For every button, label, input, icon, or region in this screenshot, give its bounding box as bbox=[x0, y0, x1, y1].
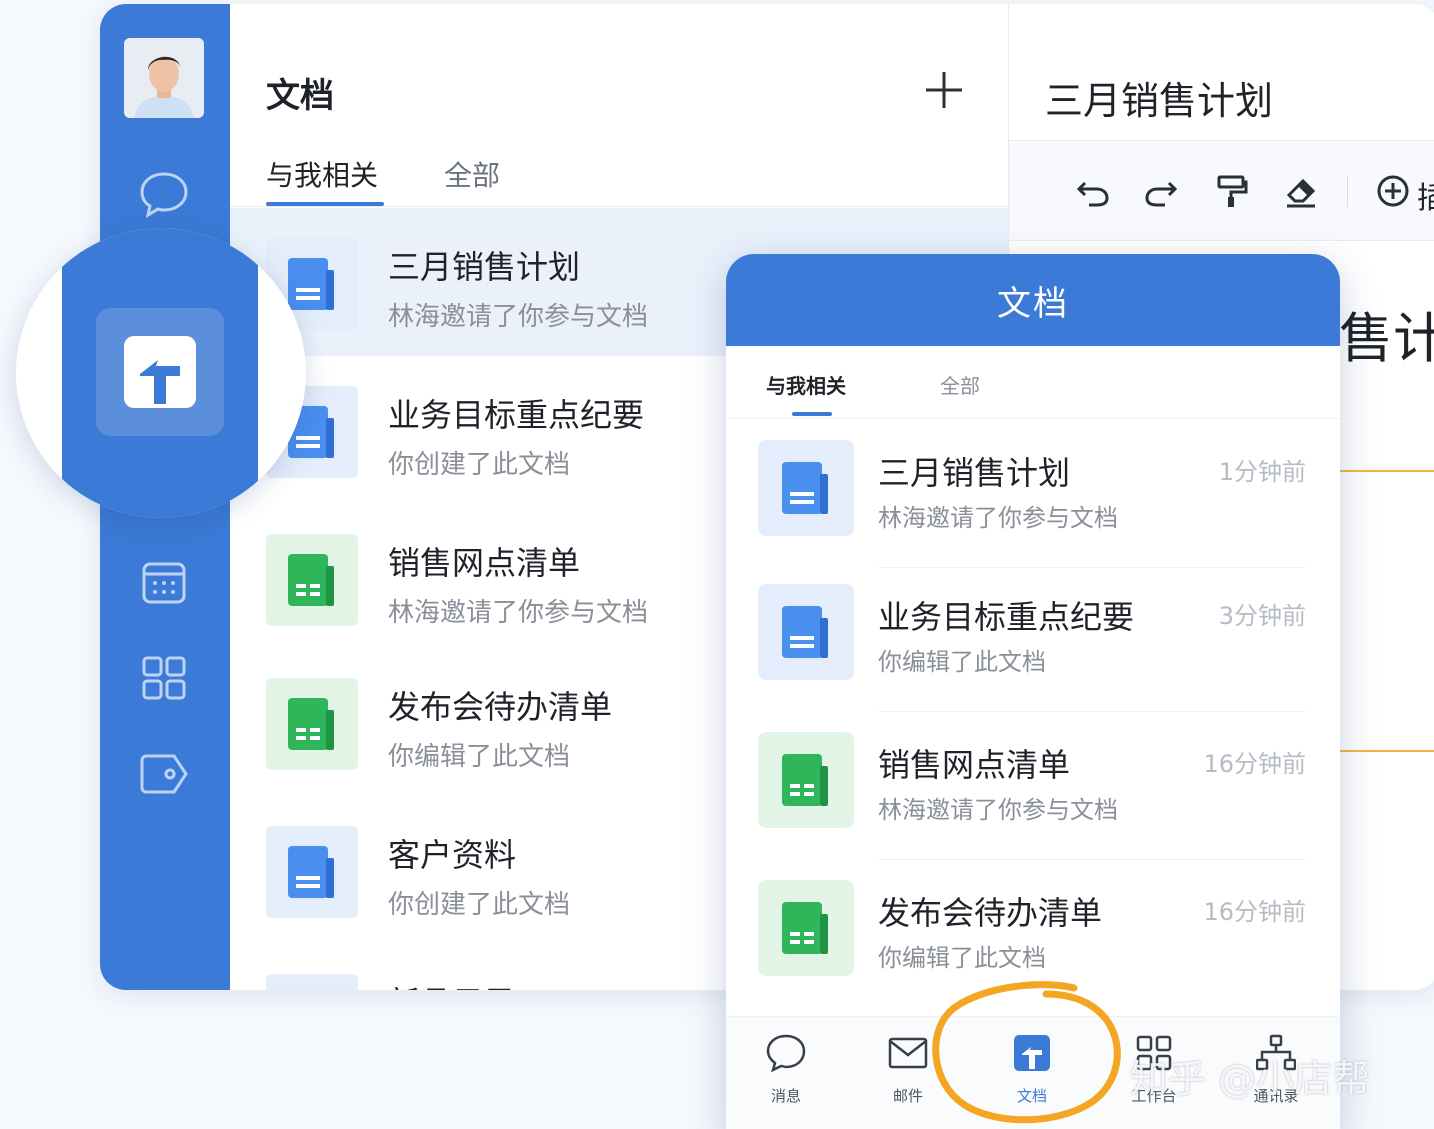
eraser-icon[interactable] bbox=[1281, 171, 1321, 211]
nav-label: 文档 bbox=[1016, 1087, 1047, 1105]
mail-icon bbox=[886, 1031, 930, 1075]
item-title: 新品目录 bbox=[388, 978, 516, 990]
page-title: 文档 bbox=[266, 76, 334, 116]
item-subtitle: 你编辑了此文档 bbox=[878, 944, 1046, 972]
decoration-line bbox=[1339, 470, 1434, 472]
item-subtitle: 林海邀请了你参与文档 bbox=[878, 796, 1118, 824]
mobile-list-item[interactable]: 三月销售计划 林海邀请了你参与文档 1分钟前 bbox=[726, 420, 1340, 568]
item-title: 销售网点清单 bbox=[388, 544, 581, 582]
item-time: 1分钟前 bbox=[1218, 458, 1306, 486]
item-subtitle: 林海邀请了你参与文档 bbox=[878, 504, 1118, 532]
item-subtitle: 林海邀请了你参与文档 bbox=[388, 302, 649, 332]
undo-icon[interactable] bbox=[1073, 171, 1113, 211]
chat-icon[interactable] bbox=[136, 166, 192, 222]
item-subtitle: 你编辑了此文档 bbox=[388, 742, 571, 772]
mobile-app-panel: 文档 与我相关 全部 三月销售计划 林海邀请了你参与文档 1分钟前 业务目标重点… bbox=[726, 254, 1340, 1129]
nav-label: 消息 bbox=[770, 1087, 801, 1105]
divider bbox=[726, 418, 1340, 419]
insert-plus-icon[interactable] bbox=[1373, 171, 1413, 211]
nav-docs[interactable]: 文档 bbox=[982, 1031, 1082, 1111]
editor-title: 三月销售计划 bbox=[1045, 79, 1274, 123]
sheet-file-icon bbox=[266, 534, 358, 626]
item-subtitle: 你创建了此文档 bbox=[388, 890, 571, 920]
divider bbox=[230, 206, 1008, 207]
item-title: 发布会待办清单 bbox=[878, 894, 1103, 932]
sheet-file-icon bbox=[758, 880, 854, 976]
doc-file-icon bbox=[758, 440, 854, 536]
toolbar-divider bbox=[1347, 175, 1348, 207]
item-title: 三月销售计划 bbox=[388, 248, 581, 286]
doc-file-icon bbox=[266, 974, 358, 990]
chat-icon bbox=[764, 1031, 808, 1075]
doc-app-icon[interactable] bbox=[96, 308, 224, 436]
editor-toolbar: 插 bbox=[1009, 141, 1434, 241]
insert-button-label[interactable]: 插 bbox=[1417, 173, 1434, 217]
item-title: 业务目标重点纪要 bbox=[878, 598, 1135, 636]
mobile-tab-related[interactable]: 与我相关 bbox=[766, 370, 846, 399]
item-title: 三月销售计划 bbox=[878, 454, 1071, 492]
stage: 文档 与我相关 全部 三月销售计划 林海邀请了你参与文档 业务目标重点纪要 你创… bbox=[0, 0, 1434, 1129]
mobile-tab-indicator bbox=[792, 412, 832, 416]
item-title: 销售网点清单 bbox=[878, 746, 1071, 784]
decoration-line bbox=[1339, 750, 1434, 752]
mobile-tab-all[interactable]: 全部 bbox=[940, 370, 980, 399]
nav-mail[interactable]: 邮件 bbox=[858, 1031, 958, 1111]
item-time: 3分钟前 bbox=[1218, 602, 1306, 630]
watermark: 知乎 @小店帮 bbox=[1130, 1057, 1371, 1101]
item-title: 发布会待办清单 bbox=[388, 688, 613, 726]
zoom-sidebar bbox=[62, 228, 258, 518]
item-time: 16分钟前 bbox=[1203, 750, 1306, 778]
doc-file-icon bbox=[758, 584, 854, 680]
redo-icon[interactable] bbox=[1141, 171, 1181, 211]
tab-related-to-me[interactable]: 与我相关 bbox=[266, 154, 378, 194]
mobile-list-item[interactable]: 发布会待办清单 你编辑了此文档 16分钟前 bbox=[726, 860, 1340, 1008]
calendar-icon[interactable] bbox=[136, 554, 192, 610]
sheet-file-icon bbox=[266, 678, 358, 770]
workspace-grid-icon[interactable] bbox=[136, 650, 192, 706]
add-icon[interactable] bbox=[920, 66, 968, 114]
nav-messages[interactable]: 消息 bbox=[736, 1031, 836, 1111]
item-subtitle: 你编辑了此文档 bbox=[878, 648, 1046, 676]
avatar[interactable] bbox=[124, 38, 204, 118]
nav-label: 邮件 bbox=[892, 1087, 923, 1105]
item-time: 16分钟前 bbox=[1203, 898, 1306, 926]
item-title: 业务目标重点纪要 bbox=[388, 396, 645, 434]
mobile-list-item[interactable]: 销售网点清单 林海邀请了你参与文档 16分钟前 bbox=[726, 712, 1340, 860]
format-painter-icon[interactable] bbox=[1211, 171, 1251, 211]
doc-file-icon bbox=[266, 826, 358, 918]
doc-app-icon bbox=[1010, 1031, 1054, 1075]
item-subtitle: 林海邀请了你参与文档 bbox=[388, 598, 649, 628]
tab-all[interactable]: 全部 bbox=[444, 154, 500, 194]
mobile-list-item[interactable]: 业务目标重点纪要 你编辑了此文档 3分钟前 bbox=[726, 564, 1340, 712]
mobile-header: 文档 bbox=[726, 254, 1340, 346]
document-heading: 售计划 bbox=[1339, 307, 1434, 370]
zoom-callout bbox=[16, 228, 306, 518]
sheet-file-icon bbox=[758, 732, 854, 828]
item-subtitle: 你创建了此文档 bbox=[388, 450, 571, 480]
tag-icon[interactable] bbox=[136, 746, 192, 802]
item-title: 客户资料 bbox=[388, 836, 517, 874]
